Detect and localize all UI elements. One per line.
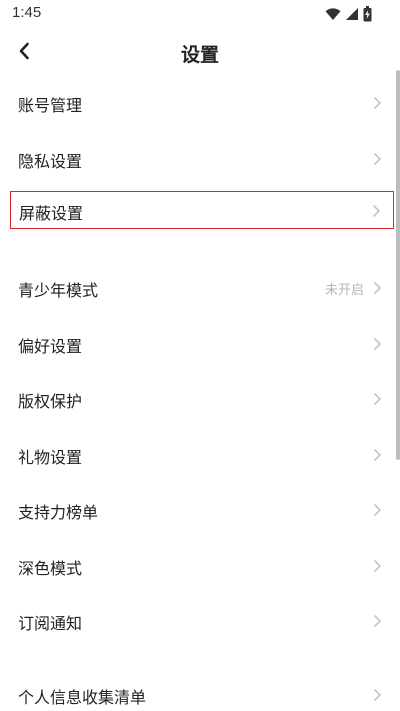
settings-item-gift[interactable]: 礼物设置 [10,436,394,474]
settings-item-block[interactable]: 屏蔽设置 [10,191,394,229]
chevron-right-icon [374,560,381,572]
chevron-right-icon [374,615,381,627]
chevron-right-icon [374,393,381,405]
settings-item-label: 青少年模式 [18,281,99,300]
settings-item-personal-info-list[interactable]: 个人信息收集清单 [10,676,394,711]
chevron-right-icon [374,97,381,109]
chevron-right-icon [373,205,380,217]
settings-item-teen-mode[interactable]: 青少年模式 未开启 [10,269,394,307]
status-bar: 1:45 [0,0,400,28]
battery-charging-icon [363,6,372,22]
settings-item-label: 礼物设置 [18,448,83,467]
scrollbar[interactable] [396,70,400,460]
settings-item-label: 深色模式 [18,559,83,578]
settings-item-label: 版权保护 [18,392,83,411]
settings-item-label: 订阅通知 [18,614,83,633]
settings-item-label: 隐私设置 [18,152,83,171]
chevron-right-icon [374,504,381,516]
settings-item-subscription-notice[interactable]: 订阅通知 [10,602,394,640]
settings-screen: 1:45 设置 账号管理 隐私设置 屏蔽设置 青少年模式 未开启 偏好设置 版权… [0,0,400,711]
settings-item-label: 账号管理 [18,96,83,115]
settings-item-support-ranking[interactable]: 支持力榜单 [10,491,394,529]
status-icons [325,6,372,22]
wifi-icon [325,8,341,20]
settings-item-copyright[interactable]: 版权保护 [10,380,394,418]
settings-item-label: 支持力榜单 [18,503,99,522]
settings-item-label: 个人信息收集清单 [18,688,147,707]
page-title: 设置 [180,44,219,66]
settings-item-label: 偏好设置 [18,337,83,356]
cellular-signal-icon [346,8,358,20]
settings-item-dark-mode[interactable]: 深色模式 [10,547,394,585]
chevron-right-icon [374,689,381,701]
status-time: 1:45 [12,4,42,21]
settings-item-privacy[interactable]: 隐私设置 [10,140,394,178]
settings-item-label: 屏蔽设置 [19,204,84,223]
settings-item-account[interactable]: 账号管理 [10,84,394,122]
chevron-right-icon [374,282,381,294]
nav-bar: 设置 [0,28,400,76]
chevron-right-icon [374,338,381,350]
chevron-right-icon [374,449,381,461]
teen-mode-status: 未开启 [324,283,364,298]
chevron-right-icon [374,153,381,165]
settings-item-preferences[interactable]: 偏好设置 [10,325,394,363]
